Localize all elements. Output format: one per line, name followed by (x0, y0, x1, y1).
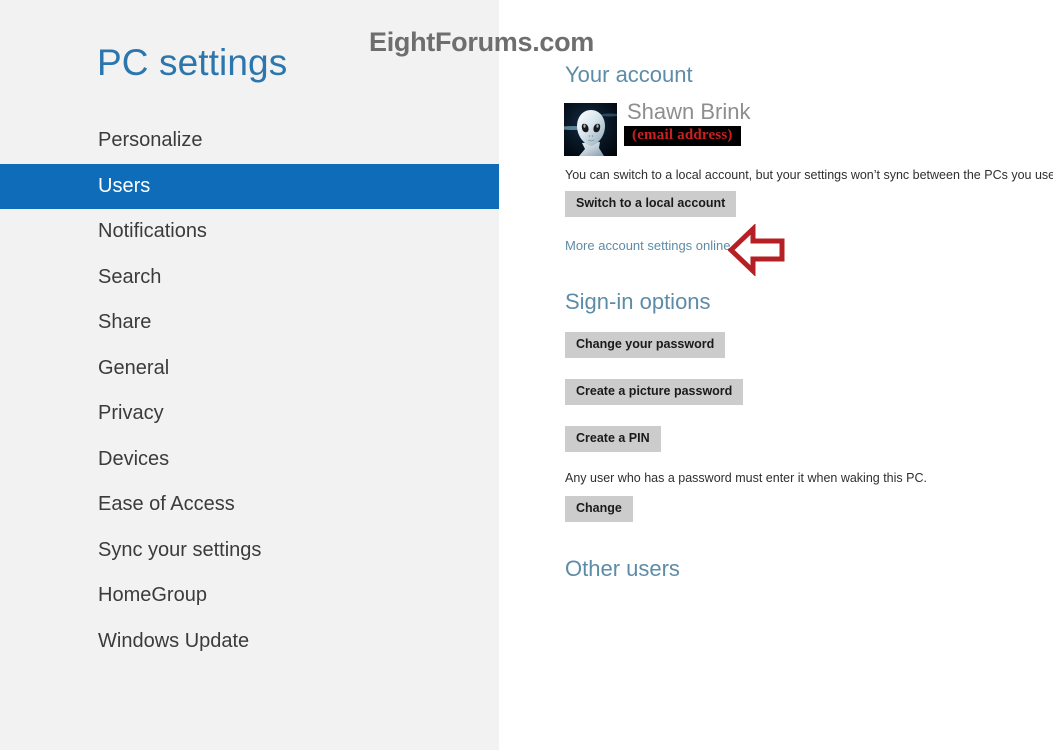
pc-settings-screen: PC settings Personalize Users Notificati… (0, 0, 1053, 750)
create-a-pin-button[interactable]: Create a PIN (565, 426, 661, 452)
sidebar-item-notifications[interactable]: Notifications (0, 209, 499, 255)
sidebar-item-ease-of-access[interactable]: Ease of Access (0, 482, 499, 528)
change-wake-setting-button[interactable]: Change (565, 496, 633, 522)
sidebar-item-general[interactable]: General (0, 346, 499, 392)
alien-avatar-image (564, 103, 617, 156)
sidebar-item-label: Share (98, 311, 152, 333)
more-account-settings-online-link[interactable]: More account settings online (565, 238, 730, 253)
settings-nav-list: Personalize Users Notifications Search S… (0, 118, 499, 664)
wake-password-description: Any user who has a password must enter i… (565, 471, 927, 485)
sidebar-item-label: Ease of Access (98, 493, 235, 515)
sidebar-item-label: Notifications (98, 220, 207, 242)
site-watermark: EightForums.com (369, 27, 595, 57)
left-arrow-annotation-icon (727, 223, 786, 277)
sidebar-item-devices[interactable]: Devices (0, 437, 499, 483)
sidebar-item-share[interactable]: Share (0, 300, 499, 346)
sidebar-item-sync-your-settings[interactable]: Sync your settings (0, 528, 499, 574)
sidebar-item-privacy[interactable]: Privacy (0, 391, 499, 437)
switch-account-description: You can switch to a local account, but y… (565, 168, 1053, 182)
sidebar-item-label: General (98, 356, 170, 379)
sidebar-item-label: HomeGroup (98, 584, 207, 606)
account-email-redacted: (email address) (624, 126, 741, 146)
change-your-password-button[interactable]: Change your password (565, 332, 726, 358)
create-a-picture-password-button[interactable]: Create a picture password (565, 379, 744, 405)
sign-in-options-heading: Sign-in options (565, 289, 711, 314)
sidebar-item-windows-update[interactable]: Windows Update (0, 619, 499, 665)
sidebar-item-users[interactable]: Users (0, 163, 499, 209)
sidebar-item-label: Users (98, 174, 151, 197)
sidebar-item-homegroup[interactable]: HomeGroup (0, 573, 499, 619)
sidebar-item-search[interactable]: Search (0, 255, 499, 301)
sidebar-item-personalize[interactable]: Personalize (0, 118, 499, 164)
switch-to-local-account-button[interactable]: Switch to a local account (565, 191, 737, 217)
avatar[interactable] (564, 103, 617, 156)
sidebar-item-label: Sync your settings (98, 538, 262, 561)
sidebar-item-label: Search (98, 265, 162, 288)
sidebar-item-label: Devices (98, 447, 170, 470)
settings-content-panel: Your account Shawn Brink (email address)… (499, 0, 1053, 750)
other-users-heading: Other users (565, 556, 680, 581)
page-title: PC settings (97, 42, 288, 83)
settings-sidebar: PC settings Personalize Users Notificati… (0, 0, 499, 750)
your-account-heading: Your account (565, 62, 693, 87)
sidebar-item-label: Privacy (98, 402, 164, 424)
sidebar-item-label: Personalize (98, 129, 203, 151)
account-display-name: Shawn Brink (627, 99, 751, 124)
sidebar-item-label: Windows Update (98, 629, 250, 652)
